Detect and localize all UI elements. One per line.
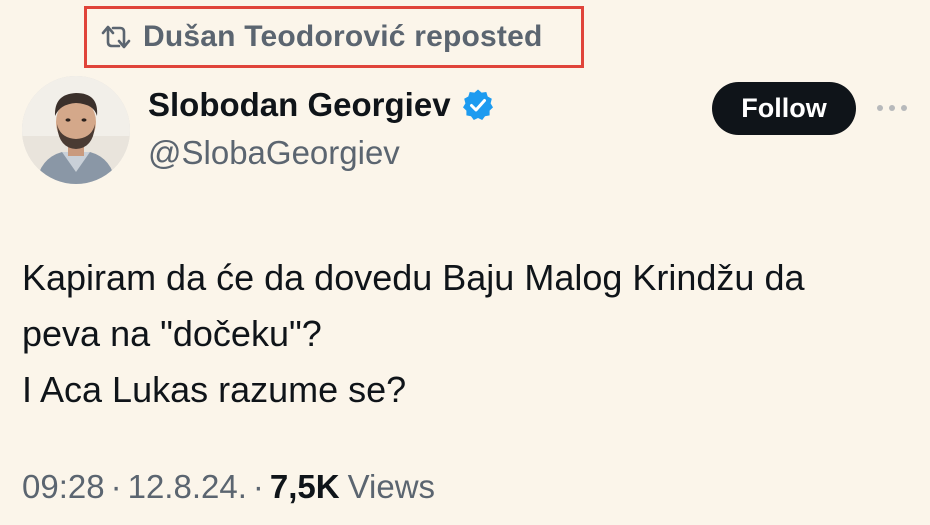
tweet-line: I Aca Lukas razume se? [22, 369, 407, 410]
avatar[interactable] [22, 76, 130, 184]
tweet-line: peva na "dočeku"? [22, 313, 322, 354]
views-label: Views [347, 468, 436, 505]
repost-label[interactable]: Dušan Teodorović reposted [143, 20, 543, 54]
meta-separator: · [252, 468, 264, 505]
meta-separator: · [110, 468, 122, 505]
author-handle[interactable]: @SlobaGeorgiev [148, 134, 400, 172]
tweet-time[interactable]: 09:28 [22, 468, 105, 506]
views-count: 7,5K [269, 468, 340, 505]
repost-banner: Dušan Teodorović reposted [84, 6, 584, 68]
tweet-text: Kapiram da će da dovedu Baju Malog Krind… [22, 250, 912, 418]
verified-badge-icon[interactable] [461, 88, 495, 122]
follow-button[interactable]: Follow [712, 82, 856, 135]
tweet-date[interactable]: 12.8.24. [128, 468, 247, 506]
tweet-meta: 09:28 · 12.8.24. · 7,5K Views [22, 468, 435, 506]
author-name-text[interactable]: Slobodan Georgiev [148, 86, 451, 124]
more-options-icon[interactable] [872, 94, 912, 122]
author-name[interactable]: Slobodan Georgiev [148, 86, 495, 124]
repost-icon [97, 22, 135, 52]
tweet-line: Kapiram da će da dovedu Baju Malog Krind… [22, 257, 805, 298]
